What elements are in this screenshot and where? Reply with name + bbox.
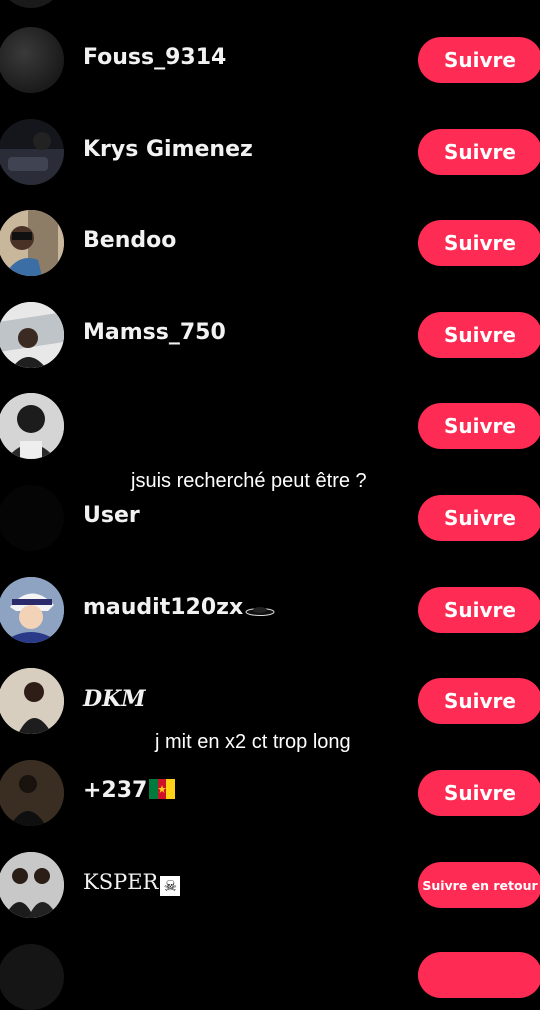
follow-button[interactable]: Suivre <box>418 678 540 724</box>
list-item: Bendoo Suivre <box>0 197 540 289</box>
avatar[interactable] <box>0 0 64 8</box>
avatar[interactable] <box>0 27 64 93</box>
follow-button[interactable]: Suivre <box>418 770 540 816</box>
follow-button[interactable]: Suivre <box>418 129 540 175</box>
follow-button[interactable]: Suivre <box>418 37 540 83</box>
list-item: Fouss_9314 Suivre <box>0 14 540 106</box>
avatar-image <box>0 668 64 734</box>
follow-button[interactable]: Suivre <box>418 587 540 633</box>
follow-button[interactable]: Suivre <box>418 220 540 266</box>
username[interactable]: maudit120zx <box>83 595 275 620</box>
avatar[interactable] <box>0 302 64 368</box>
list-item: Mamss_750 Suivre <box>0 289 540 381</box>
avatar-image <box>0 760 64 826</box>
list-item: maudit120zx Suivre <box>0 564 540 656</box>
follow-button[interactable]: Suivre <box>418 403 540 449</box>
avatar[interactable] <box>0 119 64 185</box>
list-item: User Suivre <box>0 472 540 564</box>
avatar-image <box>0 210 64 276</box>
cameroon-flag-icon <box>149 779 176 799</box>
avatar[interactable] <box>0 944 64 1010</box>
list-item: Suivre <box>0 380 540 472</box>
avatar[interactable] <box>0 760 64 826</box>
avatar-image <box>0 393 64 459</box>
avatar-image <box>0 132 64 185</box>
hat-emoji-icon <box>245 607 275 616</box>
avatar-image <box>0 302 64 368</box>
list-item: Krys Gimenez Suivre <box>0 106 540 198</box>
follow-back-button[interactable]: Suivre en retour <box>418 862 540 908</box>
username[interactable]: Bendoo <box>83 228 176 253</box>
list-item: +237 Suivre <box>0 747 540 839</box>
avatar[interactable] <box>0 577 64 643</box>
username[interactable]: DKM <box>83 686 146 712</box>
list-item: KSPER ☠ Suivre en retour <box>0 839 540 931</box>
pirate-flag-icon: ☠ <box>160 876 181 896</box>
follow-button[interactable]: Suivre <box>418 312 540 358</box>
avatar[interactable] <box>0 393 64 459</box>
avatar[interactable] <box>0 485 64 551</box>
avatar-image <box>0 577 64 643</box>
avatar-image <box>0 852 64 918</box>
username[interactable]: User <box>83 503 140 528</box>
follow-button[interactable] <box>418 952 540 998</box>
username[interactable]: Mamss_750 <box>83 320 226 345</box>
avatar[interactable] <box>0 852 64 918</box>
username[interactable]: KSPER ☠ <box>83 870 181 896</box>
username[interactable]: Fouss_9314 <box>83 45 226 70</box>
username[interactable]: Krys Gimenez <box>83 137 253 162</box>
follow-button[interactable]: Suivre <box>418 495 540 541</box>
avatar[interactable] <box>0 668 64 734</box>
avatar[interactable] <box>0 210 64 276</box>
username[interactable]: +237 <box>83 778 176 803</box>
